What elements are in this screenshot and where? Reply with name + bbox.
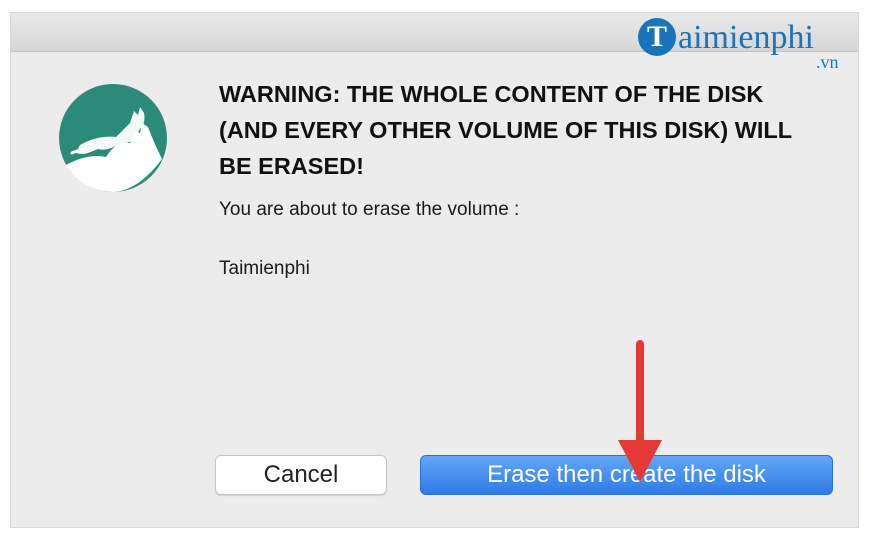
- mountain-lion-icon: [59, 84, 167, 192]
- watermark-initial: T: [638, 18, 676, 56]
- watermark-tld: .vn: [816, 52, 839, 72]
- screenshot-frame: WARNING: THE WHOLE CONTENT OF THE DISK (…: [0, 0, 870, 540]
- cancel-button[interactable]: Cancel: [215, 455, 387, 495]
- watermark-brand: aimienphi: [678, 19, 814, 56]
- erase-message: You are about to erase the volume :: [219, 199, 520, 220]
- red-arrow-down-icon: [618, 340, 662, 482]
- volume-name: Taimienphi: [219, 258, 310, 279]
- warning-heading: WARNING: THE WHOLE CONTENT OF THE DISK (…: [219, 81, 792, 179]
- watermark-logo: T aimienphi .vn: [638, 18, 858, 78]
